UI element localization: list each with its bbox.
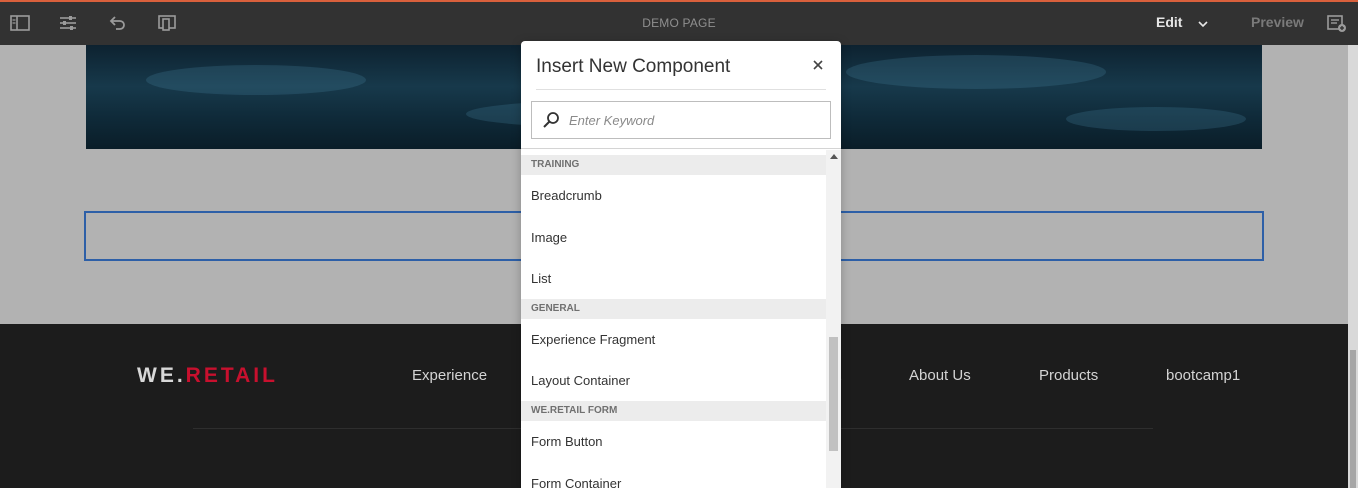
search-icon xyxy=(542,111,560,129)
component-list-item[interactable]: List xyxy=(521,259,826,299)
scroll-up-arrow-icon[interactable] xyxy=(830,154,838,159)
annotations-icon[interactable] xyxy=(1327,13,1347,33)
close-icon[interactable] xyxy=(812,58,824,70)
footer-nav-experience[interactable]: Experience xyxy=(412,367,487,384)
dialog-divider xyxy=(536,89,826,90)
editor-toolbar: DEMO PAGE Edit Preview xyxy=(0,0,1358,45)
edit-mode-dropdown[interactable]: Edit xyxy=(1156,14,1182,30)
page-scrollbar-thumb[interactable] xyxy=(1350,350,1356,488)
insert-component-dialog: Insert New Component TRAINING Breadcrumb… xyxy=(521,41,841,488)
component-experience-fragment[interactable]: Experience Fragment xyxy=(521,319,826,361)
component-list[interactable]: TRAINING Breadcrumb Image List GENERAL E… xyxy=(521,155,826,488)
search-input[interactable] xyxy=(569,102,824,138)
search-field[interactable] xyxy=(531,101,831,139)
component-form-button[interactable]: Form Button xyxy=(521,421,826,463)
preview-button[interactable]: Preview xyxy=(1251,14,1304,30)
component-layout-container[interactable]: Layout Container xyxy=(521,361,826,401)
footer-nav-products[interactable]: Products xyxy=(1039,367,1098,384)
component-form-container[interactable]: Form Container xyxy=(521,463,826,488)
group-header-general: GENERAL xyxy=(521,299,826,319)
page-title: DEMO PAGE xyxy=(642,16,716,30)
component-breadcrumb[interactable]: Breadcrumb xyxy=(521,175,826,217)
component-list-scrollbar[interactable] xyxy=(826,150,841,488)
component-image[interactable]: Image xyxy=(521,217,826,259)
dialog-title: Insert New Component xyxy=(536,56,731,77)
chevron-down-icon[interactable] xyxy=(1197,17,1209,29)
group-header-training: TRAINING xyxy=(521,155,826,175)
list-divider xyxy=(521,148,841,149)
we-retail-logo[interactable]: WE.RETAIL xyxy=(137,364,278,388)
scrollbar-thumb[interactable] xyxy=(829,337,838,451)
group-header-we-retail-form: WE.RETAIL FORM xyxy=(521,401,826,421)
footer-nav-bootcamp1[interactable]: bootcamp1 xyxy=(1166,367,1240,384)
footer-nav-about-us[interactable]: About Us xyxy=(909,367,971,384)
